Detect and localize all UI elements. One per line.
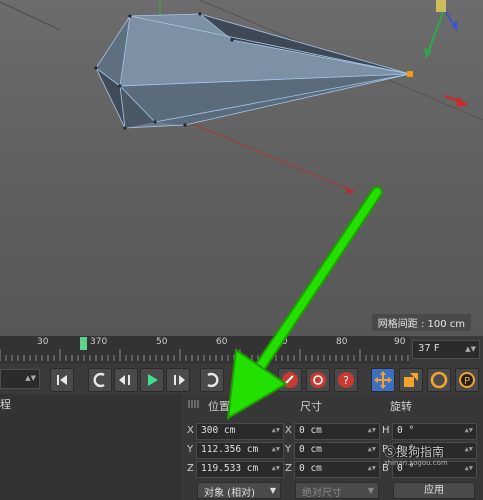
rotation-h-value: 0 ° xyxy=(397,425,415,436)
3d-viewport[interactable]: 网格间距 : 100 cm xyxy=(0,0,483,336)
tick-label: 80 xyxy=(336,337,348,347)
viewport-scene xyxy=(0,0,483,216)
objects-panel xyxy=(0,394,182,500)
size-y-field[interactable]: 0 cm ▲▼ xyxy=(294,442,380,459)
objects-panel-header: 程 xyxy=(0,398,11,411)
axis-label: Y xyxy=(187,444,194,455)
tick-label: 70 xyxy=(276,337,288,347)
axis-label: X xyxy=(187,425,194,436)
size-x-value: 0 cm xyxy=(299,425,322,436)
object-mode-value: 对象 (相对) xyxy=(204,488,255,499)
watermark-text: 搜狗指南 xyxy=(396,445,445,459)
polygon-object[interactable] xyxy=(94,12,413,130)
position-header: 位置 xyxy=(208,400,230,413)
size-z-field[interactable]: 0 cm ▲▼ xyxy=(294,461,380,478)
axis-label: X xyxy=(285,425,292,436)
size-mode-value: 绝对尺寸 xyxy=(302,488,342,499)
apply-button[interactable]: 应用 xyxy=(393,482,475,499)
timeline-ruler[interactable]: 30 370 50 60 70 80 90 xyxy=(0,336,410,364)
chevron-down-icon: ▼ xyxy=(269,486,276,495)
tick-label: 50 xyxy=(156,337,168,347)
spinner-arrows-icon[interactable]: ▲▼ xyxy=(465,445,473,453)
axis-label: Y xyxy=(285,444,292,455)
frame-start-field[interactable]: ▲▼ xyxy=(0,369,40,389)
grid-spacing-label: 网格间距 : 100 cm xyxy=(371,314,471,331)
rotate-tool-icon[interactable] xyxy=(427,368,451,392)
axis-gizmo xyxy=(424,0,468,107)
axis-label: H xyxy=(382,425,390,436)
spinner-arrows-icon[interactable]: ▲▼ xyxy=(368,445,376,453)
size-mode-dropdown[interactable]: 绝对尺寸 ▼ xyxy=(295,482,379,499)
pivot-point[interactable] xyxy=(407,71,413,77)
tick-label: 30 xyxy=(37,337,49,347)
next-frame-icon[interactable] xyxy=(166,368,190,392)
watermark: Ⓢ搜狗指南 xyxy=(384,443,444,460)
tick-label: 370 xyxy=(90,337,108,347)
position-z-value: 119.533 cm xyxy=(201,463,259,474)
position-y-field[interactable]: 112.356 cm ▲▼ xyxy=(196,442,284,459)
size-header: 尺寸 xyxy=(300,400,322,413)
current-frame-value: 37 F xyxy=(418,343,440,354)
spinner-arrows-icon[interactable]: ▲▼ xyxy=(368,426,376,434)
spinner-arrows-icon[interactable]: ▲▼ xyxy=(368,464,376,472)
size-z-value: 0 cm xyxy=(299,463,322,474)
spinner-arrows-icon[interactable]: ▲▼ xyxy=(272,445,280,453)
spinner-arrows-icon[interactable]: ▲▼ xyxy=(465,464,473,472)
spinner-arrows-icon[interactable]: ▲▼ xyxy=(272,426,280,434)
axis-label: Z xyxy=(285,463,292,474)
position-y-value: 112.356 cm xyxy=(201,444,259,455)
move-tool-icon[interactable] xyxy=(371,368,395,392)
svg-text:?: ? xyxy=(343,374,349,387)
rewind-icon[interactable] xyxy=(88,368,112,392)
chevron-down-icon: ▼ xyxy=(367,486,374,495)
watermark-url: zhinan.sogou.com xyxy=(384,459,448,467)
size-x-field[interactable]: 0 cm ▲▼ xyxy=(294,423,380,440)
previous-frame-icon[interactable] xyxy=(114,368,138,392)
spinner-arrows-icon[interactable]: ▲▼ xyxy=(465,345,476,353)
size-y-value: 0 cm xyxy=(299,444,322,455)
record-key-icon[interactable] xyxy=(278,368,302,392)
spinner-arrows-icon[interactable]: ▲▼ xyxy=(272,464,280,472)
svg-text:P: P xyxy=(464,376,470,387)
scale-tool-icon[interactable] xyxy=(399,368,423,392)
help-icon[interactable]: ? xyxy=(334,368,358,392)
current-frame-field[interactable]: 37 F ▲▼ xyxy=(412,340,480,359)
position-x-value: 300 cm xyxy=(201,425,236,436)
spinner-arrows-icon[interactable]: ▲▼ xyxy=(465,426,473,434)
axis-label: Z xyxy=(187,463,194,474)
parameter-icon[interactable]: P xyxy=(455,368,479,392)
panel-grip-icon[interactable] xyxy=(188,399,202,409)
tick-label: 60 xyxy=(216,337,228,347)
position-z-field[interactable]: 119.533 cm ▲▼ xyxy=(196,461,284,478)
go-to-start-icon[interactable] xyxy=(50,368,74,392)
autokey-icon[interactable] xyxy=(306,368,330,392)
rotation-h-field[interactable]: 0 ° ▲▼ xyxy=(392,423,477,440)
timeline-playhead[interactable] xyxy=(80,337,87,350)
sogou-logo-icon: Ⓢ xyxy=(384,445,397,459)
timeline-ticks xyxy=(0,349,409,361)
spinner-arrows-icon[interactable]: ▲▼ xyxy=(25,374,36,382)
object-mode-dropdown[interactable]: 对象 (相对) ▼ xyxy=(197,482,281,499)
forward-icon[interactable] xyxy=(200,368,224,392)
play-icon[interactable] xyxy=(140,368,164,392)
rotation-header: 旋转 xyxy=(390,400,412,413)
tick-label: 90 xyxy=(394,337,406,347)
position-x-field[interactable]: 300 cm ▲▼ xyxy=(196,423,284,440)
